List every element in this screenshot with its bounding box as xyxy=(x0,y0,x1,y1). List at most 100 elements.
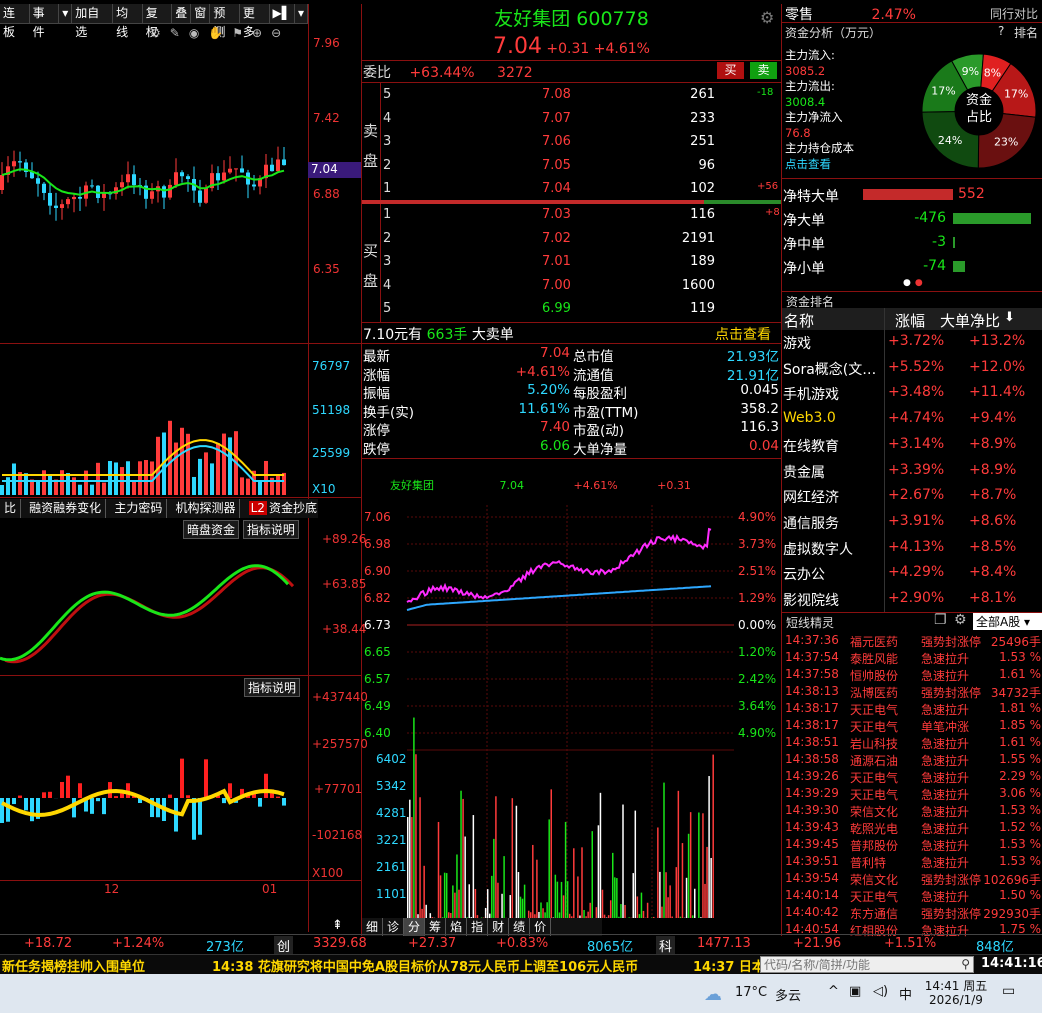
zoom-out-icon[interactable]: ⊖ xyxy=(271,26,290,40)
short-row[interactable]: 14:38:58 通源石油 急速拉升 1.55 % xyxy=(783,751,1041,768)
col-pct[interactable]: 涨幅 xyxy=(895,310,925,331)
eye-icon[interactable]: ◉ xyxy=(189,26,208,40)
search-input[interactable] xyxy=(761,957,951,972)
ranking-row[interactable]: 游戏 +3.72% +13.2% xyxy=(783,330,1041,356)
col-name[interactable]: 名称 xyxy=(784,310,814,331)
click-view-link[interactable]: 点击查看 xyxy=(715,324,771,344)
news-item[interactable]: 14:37 日本 xyxy=(693,956,765,975)
zoom-in-icon[interactable]: ⊕ xyxy=(252,26,271,40)
bid-row[interactable]: 4 7.00 1600 xyxy=(381,278,781,301)
star-label[interactable]: 科 xyxy=(656,936,676,955)
settings-icon[interactable]: ⚙ xyxy=(760,8,774,27)
short-row[interactable]: 14:40:14 天正电气 急速拉升 1.50 % xyxy=(783,887,1041,904)
ime-indicator[interactable]: 中 xyxy=(899,984,912,1003)
market-filter-select[interactable]: 全部A股 ▾ xyxy=(973,613,1042,630)
chinext-label[interactable]: 创 xyxy=(274,936,294,955)
short-row[interactable]: 14:39:45 普邦股份 急速拉升 1.53 % xyxy=(783,836,1041,853)
toolbar-btn-forecast[interactable]: 预测 xyxy=(210,4,240,39)
tab-truncated[interactable]: 比 xyxy=(0,499,22,518)
bid-row[interactable]: 3 7.01 189 xyxy=(381,254,781,277)
pin-icon[interactable]: ▶▌ xyxy=(269,4,295,23)
indicator-chart[interactable] xyxy=(0,520,308,675)
sort-desc-icon[interactable]: ⬇ xyxy=(1004,310,1015,325)
short-row[interactable]: 14:37:36 福元医药 强势封涨停 25496手 xyxy=(783,632,1041,649)
tab-institution-detector[interactable]: 机构探测器 xyxy=(171,499,241,518)
ask-row[interactable]: 2 7.05 96 xyxy=(381,158,781,181)
news-item[interactable]: 14:38 花旗研究将中国中免A股目标价从78元人民币上调至106元人民币 xyxy=(212,956,638,975)
sell-button[interactable]: 卖 xyxy=(750,62,777,79)
collapse-arrow-icon[interactable]: ⇞ xyxy=(332,918,343,933)
ask-row[interactable]: 3 7.06 251 xyxy=(381,134,781,157)
search-box[interactable]: ⚲ xyxy=(760,956,974,973)
tab-margin-trading[interactable]: 融资融券变化 xyxy=(25,499,107,518)
ranking-row[interactable]: 贵金属 +3.39% +8.9% xyxy=(783,459,1041,485)
volume-icon[interactable]: ◁) xyxy=(873,984,888,999)
toolbar-btn-adjust[interactable]: 复权 xyxy=(142,4,173,39)
network-icon[interactable]: ▣ xyxy=(849,984,861,999)
peer-compare-link[interactable]: 同行对比 xyxy=(990,5,1038,22)
short-row[interactable]: 14:37:54 泰胜风能 急速拉升 1.53 % xyxy=(783,649,1041,666)
tab-main-force-code[interactable]: 主力密码 xyxy=(110,499,168,518)
buy-button[interactable]: 买 xyxy=(717,62,744,79)
short-row[interactable]: 14:38:51 岩山科技 急速拉升 1.61 % xyxy=(783,734,1041,751)
short-row[interactable]: 14:39:43 乾照光电 急速拉升 1.52 % xyxy=(783,819,1041,836)
more-dropdown-icon[interactable]: ▾ xyxy=(294,4,308,23)
short-row[interactable]: 14:40:42 东方通信 强势封涨停 292930手 xyxy=(783,904,1041,921)
short-row[interactable]: 14:38:13 泓博医药 强势封涨停 34732手 xyxy=(783,683,1041,700)
pen-icon[interactable]: ✎ xyxy=(170,26,189,40)
toolbar-btn-window[interactable]: 窗 xyxy=(191,4,211,23)
ranking-row[interactable]: 手机游戏 +3.48% +11.4% xyxy=(783,381,1041,407)
bid-row[interactable]: 5 6.99 119 xyxy=(381,301,781,324)
bid-row[interactable]: 1 7.03 116 +8 xyxy=(381,207,781,230)
kline-chart[interactable] xyxy=(0,40,308,340)
ranking-row[interactable]: 虚拟数字人 +4.13% +8.5% xyxy=(783,536,1041,562)
indicator2-help-button[interactable]: 指标说明 xyxy=(244,678,301,697)
weather-desc[interactable]: 多云 xyxy=(775,985,801,1004)
weather-temp[interactable]: 17°C xyxy=(735,985,767,1000)
taskbar-date[interactable]: 2026/1/9 xyxy=(923,993,989,1007)
intraday-chart[interactable]: 7.06 4.90% 6.98 3.73% 6.90 2.51% 6.82 1.29% 6.73… xyxy=(362,505,781,918)
help-icon[interactable]: ? xyxy=(998,24,1004,38)
ranking-row[interactable]: 通信服务 +3.91% +8.6% xyxy=(783,510,1041,536)
search-icon[interactable]: ⚲ xyxy=(961,957,970,971)
short-row[interactable]: 14:39:30 荣信文化 急速拉升 1.53 % xyxy=(783,802,1041,819)
capital-chart[interactable] xyxy=(0,698,308,878)
rank-link[interactable]: 排名 xyxy=(1014,24,1038,41)
ranking-row[interactable]: Web3.0 +4.74% +9.4% xyxy=(783,407,1041,433)
short-row[interactable]: 14:38:17 天正电气 急速拉升 1.81 % xyxy=(783,700,1041,717)
tab-bottom-fishing[interactable]: L2 资金抄底 xyxy=(245,499,318,518)
ranking-row[interactable]: 云办公 +4.29% +8.4% xyxy=(783,561,1041,587)
short-row[interactable]: 14:39:51 普利特 急速拉升 1.53 % xyxy=(783,853,1041,870)
event-dropdown-icon[interactable]: ▾ xyxy=(59,4,73,23)
toolbar-btn-overlay[interactable]: 叠 xyxy=(172,4,192,23)
toolbar-btn-add-favorite[interactable]: 加自选 xyxy=(72,4,114,39)
notification-icon[interactable]: ▭ xyxy=(1002,983,1015,999)
settings-icon[interactable]: ⚙ xyxy=(954,612,967,628)
toolbar-btn-lianban[interactable]: 连板 xyxy=(0,4,30,39)
toolbar-btn-more[interactable]: 更多 xyxy=(239,4,270,39)
hand-icon[interactable]: ✋ xyxy=(208,26,232,40)
ask-row[interactable]: 5 7.08 261 -18 xyxy=(381,87,781,110)
short-row[interactable]: 14:39:26 天正电气 急速拉升 2.29 % xyxy=(783,768,1041,785)
toolbar-btn-event[interactable]: 事件 xyxy=(29,4,60,39)
ranking-row[interactable]: 网红经济 +2.67% +8.7% xyxy=(783,484,1041,510)
volume-chart[interactable] xyxy=(0,345,308,495)
settings-icon[interactable]: ⚙ xyxy=(150,26,170,40)
chevron-up-icon[interactable]: ^ xyxy=(828,984,839,999)
bid-row[interactable]: 2 7.02 2191 xyxy=(381,231,781,254)
short-row[interactable]: 14:38:17 天正电气 单笔冲涨 1.85 % xyxy=(783,717,1041,734)
toolbar-btn-ma[interactable]: 均线 xyxy=(113,4,143,39)
pager-dots[interactable]: ●● xyxy=(903,278,927,288)
taskbar-time[interactable]: 14:41 周五 xyxy=(923,977,989,994)
cost-view-link[interactable]: 点击查看 xyxy=(785,157,854,173)
col-bigorder-ratio[interactable]: 大单净比 xyxy=(940,310,1000,331)
short-row[interactable]: 14:39:54 荣信文化 强势封涨停 102696手 xyxy=(783,870,1041,887)
ranking-row[interactable]: 影视院线 +2.90% +8.1% xyxy=(783,587,1041,613)
ranking-row[interactable]: 在线教育 +3.14% +8.9% xyxy=(783,433,1041,459)
flag-icon[interactable]: ⚑ xyxy=(232,26,252,40)
window-icon[interactable]: ❐ xyxy=(934,612,947,628)
ranking-row[interactable]: Sora概念(文… +5.52% +12.0% xyxy=(783,356,1041,382)
news-item[interactable]: 新任务揭榜挂帅入围单位 xyxy=(2,956,145,975)
short-row[interactable]: 14:37:58 恒帅股份 急速拉升 1.61 % xyxy=(783,666,1041,683)
short-row[interactable]: 14:39:29 天正电气 急速拉升 3.06 % xyxy=(783,785,1041,802)
